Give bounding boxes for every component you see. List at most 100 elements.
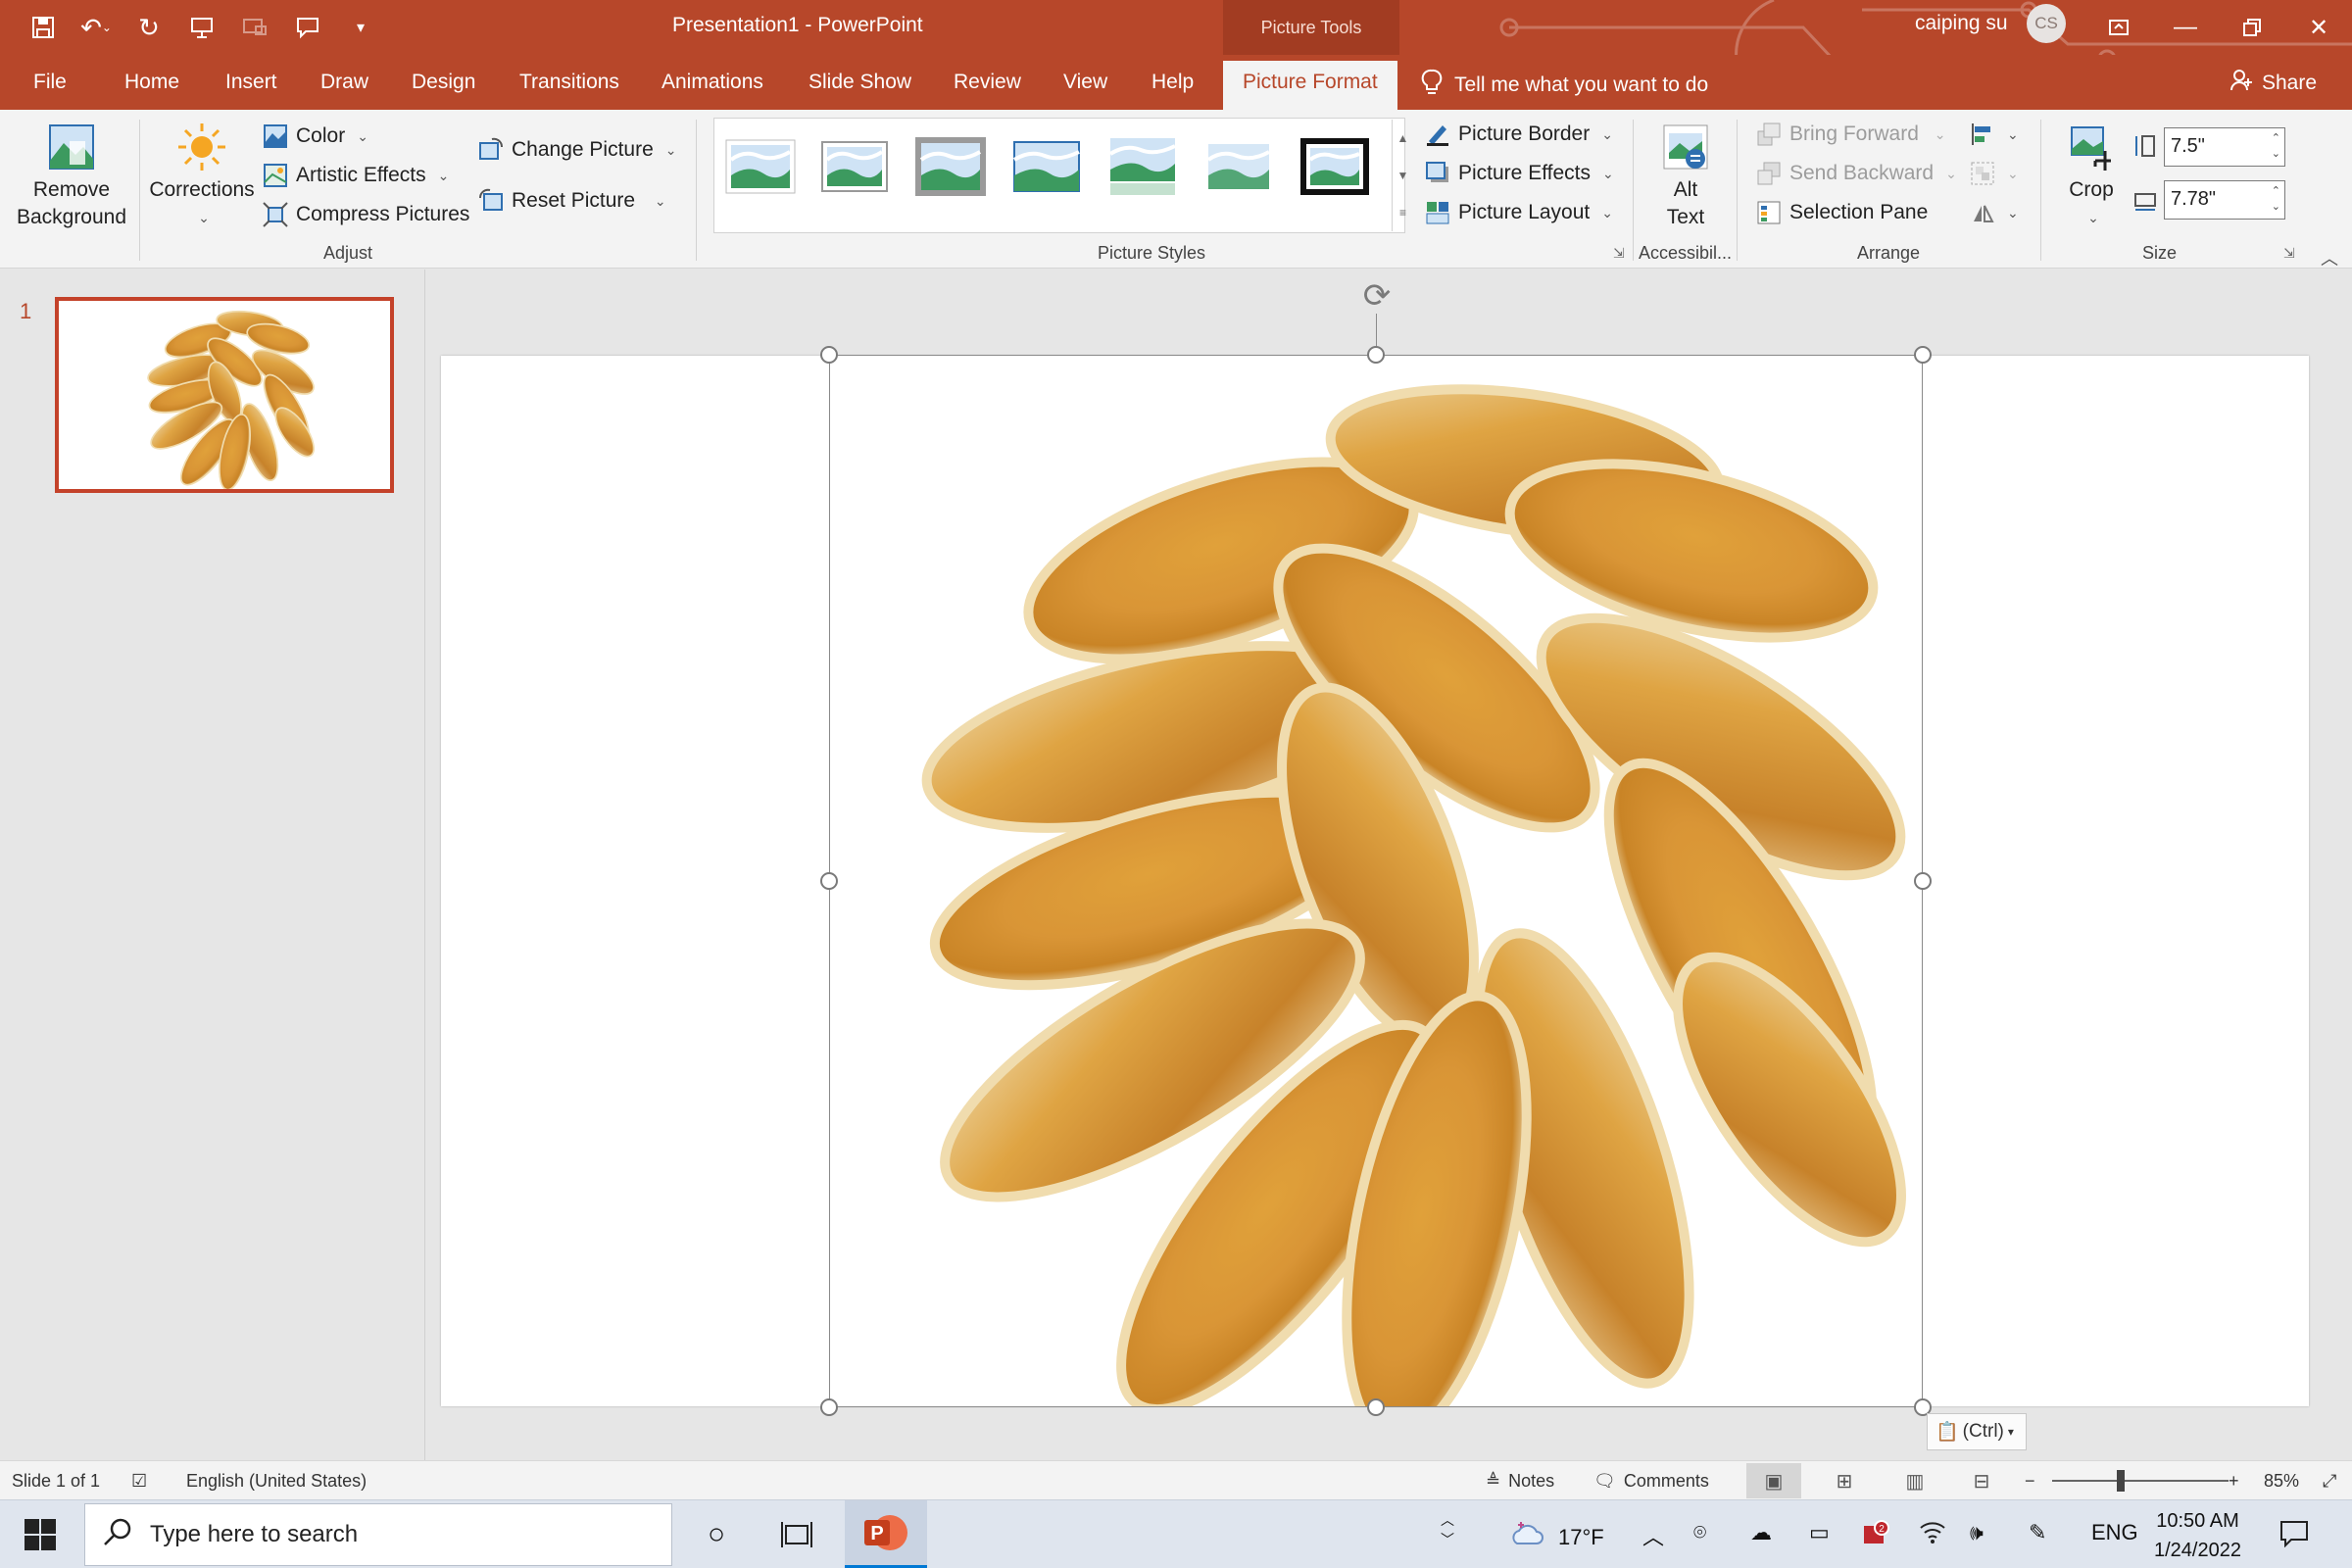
tab-review[interactable]: Review <box>954 71 1021 94</box>
alt-text-button[interactable]: Alt Text <box>1639 122 1733 231</box>
resize-handle-right[interactable] <box>1914 872 1932 890</box>
compress-pictures-button[interactable]: Compress Pictures <box>263 202 469 227</box>
onedrive-offline-icon[interactable]: ☁ <box>1750 1520 1772 1545</box>
comment-icon[interactable] <box>290 10 325 45</box>
show-hidden-icons-scroll[interactable]: ︿ ﹀ <box>1441 1510 1454 1549</box>
start-from-beginning-icon[interactable] <box>184 10 220 45</box>
fit-to-window-icon[interactable]: ⤢ <box>2323 1471 2336 1492</box>
tab-file[interactable]: File <box>33 71 67 94</box>
height-spinner-icon[interactable]: ⌃ ⌄ <box>2272 130 2280 162</box>
ribbon-display-options-icon[interactable] <box>2099 8 2138 47</box>
taskbar-clock[interactable]: 10:50 AM 1/24/2022 <box>2154 1506 2241 1565</box>
task-view-icon[interactable] <box>772 1510 821 1559</box>
slide-sorter-view-icon[interactable]: ⊞ <box>1817 1463 1872 1498</box>
windows-start-icon[interactable] <box>24 1518 57 1551</box>
picture-style-soft-edge[interactable] <box>1202 136 1275 197</box>
zoom-slider[interactable] <box>2052 1480 2229 1482</box>
user-name[interactable]: caiping su <box>1915 12 2008 35</box>
zoom-slider-thumb[interactable] <box>2117 1470 2125 1492</box>
zoom-out-icon[interactable]: − <box>2025 1471 2035 1492</box>
weather-widget[interactable]: 17°F <box>1509 1520 1604 1555</box>
tab-help[interactable]: Help <box>1152 71 1194 94</box>
notification-app-icon[interactable]: 2 <box>1862 1520 1889 1547</box>
shape-height-input[interactable]: 7.5" ⌃ ⌄ <box>2164 127 2285 167</box>
battery-icon[interactable]: ▭ <box>1809 1520 1830 1545</box>
corrections-button[interactable]: Corrections ⌄ <box>145 122 259 231</box>
tab-draw[interactable]: Draw <box>320 71 368 94</box>
gallery-more-icon[interactable]: ≡ <box>1399 206 1406 220</box>
volume-icon[interactable]: 🕪 <box>1970 1520 1984 1545</box>
size-dialog-launcher[interactable]: ⇲ <box>2283 245 2295 262</box>
resize-handle-top-right[interactable] <box>1914 346 1932 364</box>
gallery-scroll[interactable]: ▲ ▼ ≡ <box>1392 120 1413 231</box>
resize-handle-top[interactable] <box>1367 346 1385 364</box>
tab-design[interactable]: Design <box>412 71 475 94</box>
taskbar-search[interactable]: Type here to search <box>84 1503 672 1566</box>
avatar[interactable]: CS <box>2027 4 2066 43</box>
align-button[interactable]: ⌄ <box>1970 122 2019 147</box>
slide-thumbnail[interactable] <box>55 297 394 493</box>
customize-qat-icon[interactable]: ▾ <box>343 10 378 45</box>
tab-transitions[interactable]: Transitions <box>519 71 619 94</box>
notes-button[interactable]: ≜ Notes <box>1486 1471 1554 1492</box>
tab-slide-show[interactable]: Slide Show <box>808 71 911 94</box>
rotate-handle-icon[interactable]: ⟳ <box>1357 276 1396 316</box>
resize-handle-bottom-left[interactable] <box>820 1398 838 1416</box>
picture-effects-button[interactable]: Picture Effects ⌄ <box>1425 161 1614 186</box>
reading-view-icon[interactable]: ▥ <box>1887 1463 1942 1498</box>
paste-options-button[interactable]: 📋 (Ctrl) ▾ <box>1927 1413 2027 1450</box>
zoom-in-icon[interactable]: + <box>2229 1471 2239 1492</box>
gallery-down-icon[interactable]: ▼ <box>1397 169 1409 182</box>
picture-border-button[interactable]: Picture Border ⌄ <box>1425 122 1613 147</box>
reset-picture-button[interactable]: Reset Picture ⌄ <box>478 188 666 214</box>
rotate-button[interactable]: ⌄ <box>1970 200 2019 225</box>
slide-indicator[interactable]: Slide 1 of 1 <box>12 1471 100 1492</box>
shape-width-input[interactable]: 7.78" ⌃ ⌄ <box>2164 180 2285 220</box>
picture-style-reflected[interactable] <box>1106 136 1179 197</box>
wifi-icon[interactable] <box>1919 1520 1946 1544</box>
resize-handle-left[interactable] <box>820 872 838 890</box>
zoom-level[interactable]: 85% <box>2264 1471 2299 1492</box>
tab-picture-format[interactable]: Picture Format <box>1223 61 1397 110</box>
picture-style-black-frame[interactable] <box>1298 136 1371 197</box>
input-language[interactable]: ENG <box>2091 1520 2138 1545</box>
group-objects-button[interactable]: ⌄ <box>1970 161 2019 186</box>
tab-view[interactable]: View <box>1063 71 1107 94</box>
redo-icon[interactable]: ↻ <box>131 10 167 45</box>
bring-forward-button[interactable]: Bring Forward ⌄ <box>1756 122 1946 147</box>
spell-check-icon[interactable]: ☑ <box>131 1471 147 1492</box>
powerpoint-taskbar-button[interactable]: P <box>845 1500 927 1568</box>
picture-style-simple-frame[interactable] <box>724 136 797 197</box>
restore-icon[interactable] <box>2232 8 2272 47</box>
slide-show-view-icon[interactable]: ⊟ <box>1954 1463 2009 1498</box>
picture-styles-dialog-launcher[interactable]: ⇲ <box>1613 245 1625 262</box>
tab-insert[interactable]: Insert <box>225 71 277 94</box>
webcam-icon[interactable]: ⌾ <box>1693 1520 1706 1545</box>
chevron-up-icon[interactable]: ︿ <box>1642 1520 1664 1551</box>
remove-background-button[interactable]: Remove Background <box>10 122 133 231</box>
comments-button[interactable]: 🗨 Comments <box>1593 1471 1709 1492</box>
picture-style-beveled[interactable] <box>818 136 891 197</box>
tab-animations[interactable]: Animations <box>662 71 763 94</box>
crop-button[interactable]: Crop ⌄ <box>2052 122 2131 231</box>
selection-pane-button[interactable]: Selection Pane <box>1756 200 1928 225</box>
gallery-up-icon[interactable]: ▲ <box>1397 131 1409 145</box>
picture-layout-button[interactable]: Picture Layout ⌄ <box>1425 200 1613 225</box>
tab-home[interactable]: Home <box>124 71 179 94</box>
picture-style-thick-matte[interactable] <box>914 136 987 197</box>
language-indicator[interactable]: English (United States) <box>186 1471 367 1492</box>
color-button[interactable]: Color ⌄ <box>263 123 368 149</box>
send-backward-button[interactable]: Send Backward ⌄ <box>1756 161 1957 186</box>
pen-icon[interactable]: ✎ <box>2029 1520 2046 1545</box>
width-spinner-icon[interactable]: ⌃ ⌄ <box>2272 183 2280 215</box>
collapse-ribbon-icon[interactable]: ︿ <box>2321 245 2338 270</box>
picture-style-shadow-rectangle[interactable] <box>1010 136 1083 197</box>
undo-icon[interactable]: ↶ ⌄ <box>78 10 114 45</box>
share-button[interactable]: Share <box>2230 69 2317 98</box>
tell-me-search[interactable]: Tell me what you want to do <box>1421 69 1708 102</box>
save-icon[interactable] <box>25 10 61 45</box>
minimize-icon[interactable]: — <box>2166 8 2205 47</box>
action-center-icon[interactable] <box>2279 1520 2309 1547</box>
normal-view-icon[interactable]: ▣ <box>1746 1463 1801 1498</box>
resize-handle-bottom[interactable] <box>1367 1398 1385 1416</box>
